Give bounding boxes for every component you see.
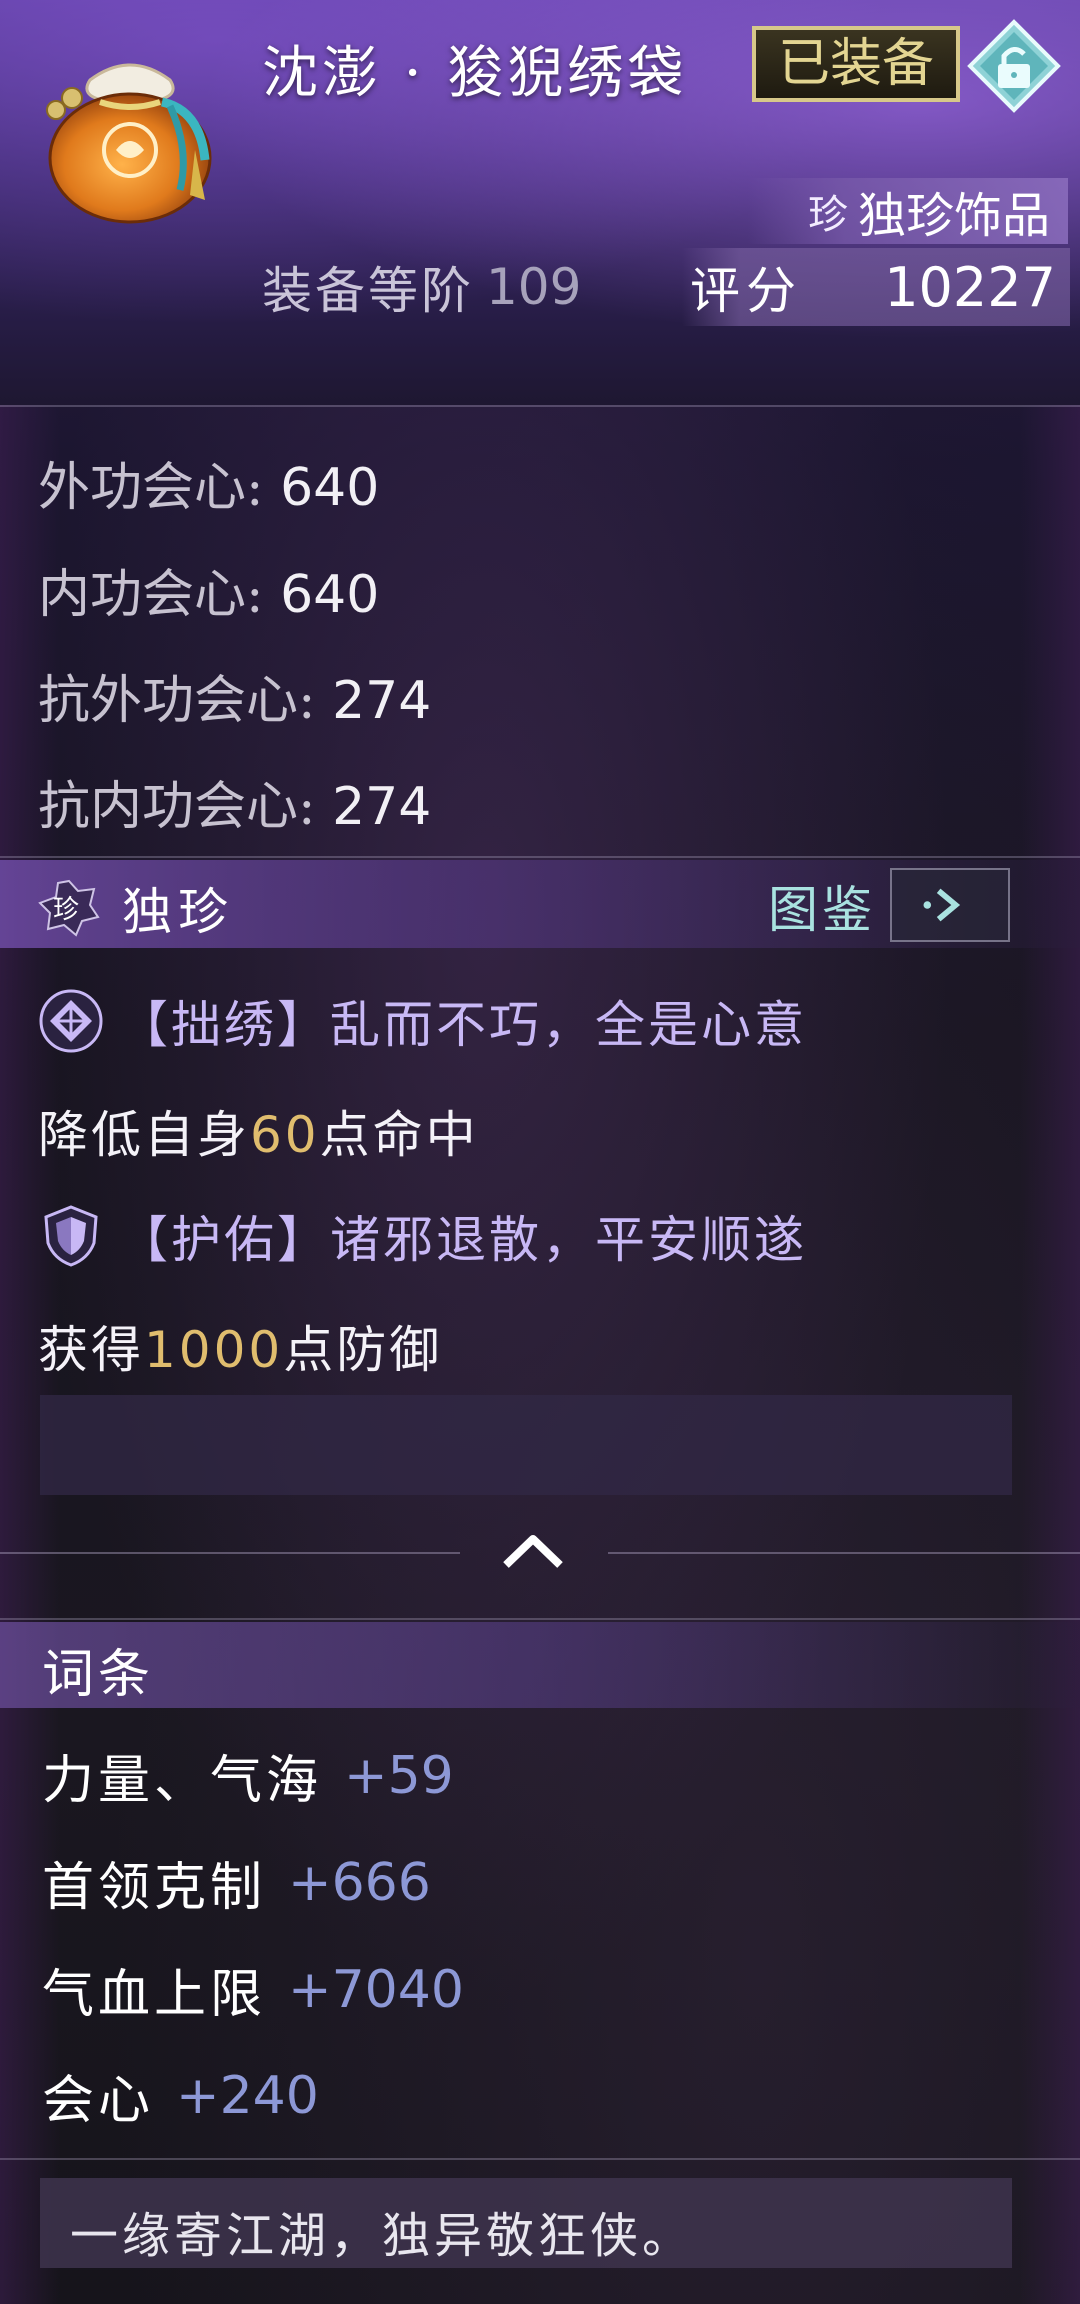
base-stat-label: 外功会心:	[38, 458, 264, 518]
effect-desc-prefix: 获得	[38, 1321, 144, 1379]
base-stat-value: 274	[332, 777, 432, 837]
score-box: 评分 10227	[682, 248, 1070, 326]
affix-row: 力量、气海 +59	[42, 1738, 454, 1813]
divider	[0, 1618, 1080, 1620]
affix-row: 会心 +240	[42, 2058, 319, 2133]
effect-title: 【拙绣】乱而不巧，全是心意	[38, 985, 807, 1057]
level-score-row: 装备等阶 109 评分 10227	[262, 248, 1070, 326]
base-stat: 抗内功会心: 274	[38, 764, 431, 839]
unlock-icon[interactable]	[966, 18, 1062, 114]
unique-section-title: 珍 独珍	[38, 872, 234, 944]
affix-value: +59	[344, 1745, 454, 1806]
collapse-line-left	[0, 1552, 460, 1554]
effect-desc-suffix: 点防御	[283, 1321, 443, 1379]
score-label: 评分	[690, 262, 802, 320]
affix-name: 气血上限	[42, 1965, 267, 2025]
atlas-label[interactable]: 图鉴	[768, 870, 876, 942]
rarity-gem-icon: 珍	[807, 192, 848, 238]
chevron-up-icon[interactable]	[498, 1525, 568, 1581]
affix-value: +666	[288, 1852, 431, 1913]
collapse-row	[0, 1525, 1080, 1581]
base-stat: 外功会心: 640	[38, 445, 379, 520]
score-value: 10227	[884, 255, 1056, 319]
level-value: 109	[486, 258, 582, 316]
affix-section-title: 词条	[42, 1645, 155, 1705]
base-stat-label: 内功会心:	[38, 565, 264, 625]
unique-gem-glyph: 珍	[53, 895, 85, 925]
effect-desc-prefix: 降低自身	[38, 1106, 250, 1164]
affix-name: 首领克制	[42, 1858, 267, 1918]
base-stat-value: 640	[280, 458, 380, 518]
effect-description: 降低自身60点命中	[38, 1095, 479, 1167]
base-stat-label: 抗外功会心:	[38, 671, 316, 731]
effect-title: 【护佑】诸邪退散，平安顺遂	[38, 1200, 807, 1272]
flavor-text: 一缘寄江湖，独异敬狂侠。	[70, 2208, 695, 2264]
level-label: 装备等阶	[262, 262, 474, 320]
effect-title-text: 【护佑】诸邪退散，平安顺遂	[118, 1211, 807, 1269]
effect-title-text: 【拙绣】乱而不巧，全是心意	[118, 996, 807, 1054]
base-stat-value: 274	[332, 671, 432, 731]
base-stat-label: 抗内功会心:	[38, 777, 316, 837]
affix-value: +7040	[288, 1959, 464, 2020]
shield-icon	[44, 1205, 98, 1267]
item-tooltip-panel: 沈澎 · 狻猊绣袋 已装备 珍 独珍饰品 装备等阶 109 评分 10227 外…	[0, 0, 1080, 2304]
affix-name: 会心	[42, 2071, 155, 2131]
atlas-arrow-button[interactable]	[890, 868, 1010, 942]
base-stat-value: 640	[280, 565, 380, 625]
effect-desc-suffix: 点命中	[319, 1106, 479, 1164]
equipped-badge: 已装备	[752, 26, 960, 102]
item-header: 沈澎 · 狻猊绣袋 已装备 珍 独珍饰品 装备等阶 109 评分 10227	[0, 0, 1080, 405]
divider	[0, 2158, 1080, 2160]
unique-section-label: 独珍	[122, 883, 234, 941]
empty-slot-box	[40, 1395, 1012, 1495]
affix-section-bar	[0, 1622, 1080, 1708]
effect-desc-number: 60	[250, 1106, 320, 1164]
embroidered-pouch-icon	[46, 63, 212, 224]
effect-description: 获得1000点防御	[38, 1310, 442, 1382]
diamond-knot-icon	[39, 989, 103, 1053]
affix-value: +240	[176, 2065, 319, 2126]
base-stat: 抗外功会心: 274	[38, 658, 431, 733]
divider	[0, 856, 1080, 858]
affix-name: 力量、气海	[42, 1751, 323, 1811]
effect-desc-number: 1000	[144, 1321, 284, 1379]
collapse-line-right	[608, 1552, 1080, 1554]
affix-row: 气血上限 +7040	[42, 1952, 464, 2027]
affix-row: 首领克制 +666	[42, 1845, 431, 1920]
divider	[0, 405, 1080, 407]
unique-gem-icon: 珍	[38, 879, 100, 937]
base-stat: 内功会心: 640	[38, 552, 379, 627]
item-name: 沈澎 · 狻猊绣袋	[262, 41, 688, 106]
rarity-label: 独珍饰品	[857, 188, 1050, 244]
rarity-tag: 珍 独珍饰品	[748, 178, 1068, 244]
